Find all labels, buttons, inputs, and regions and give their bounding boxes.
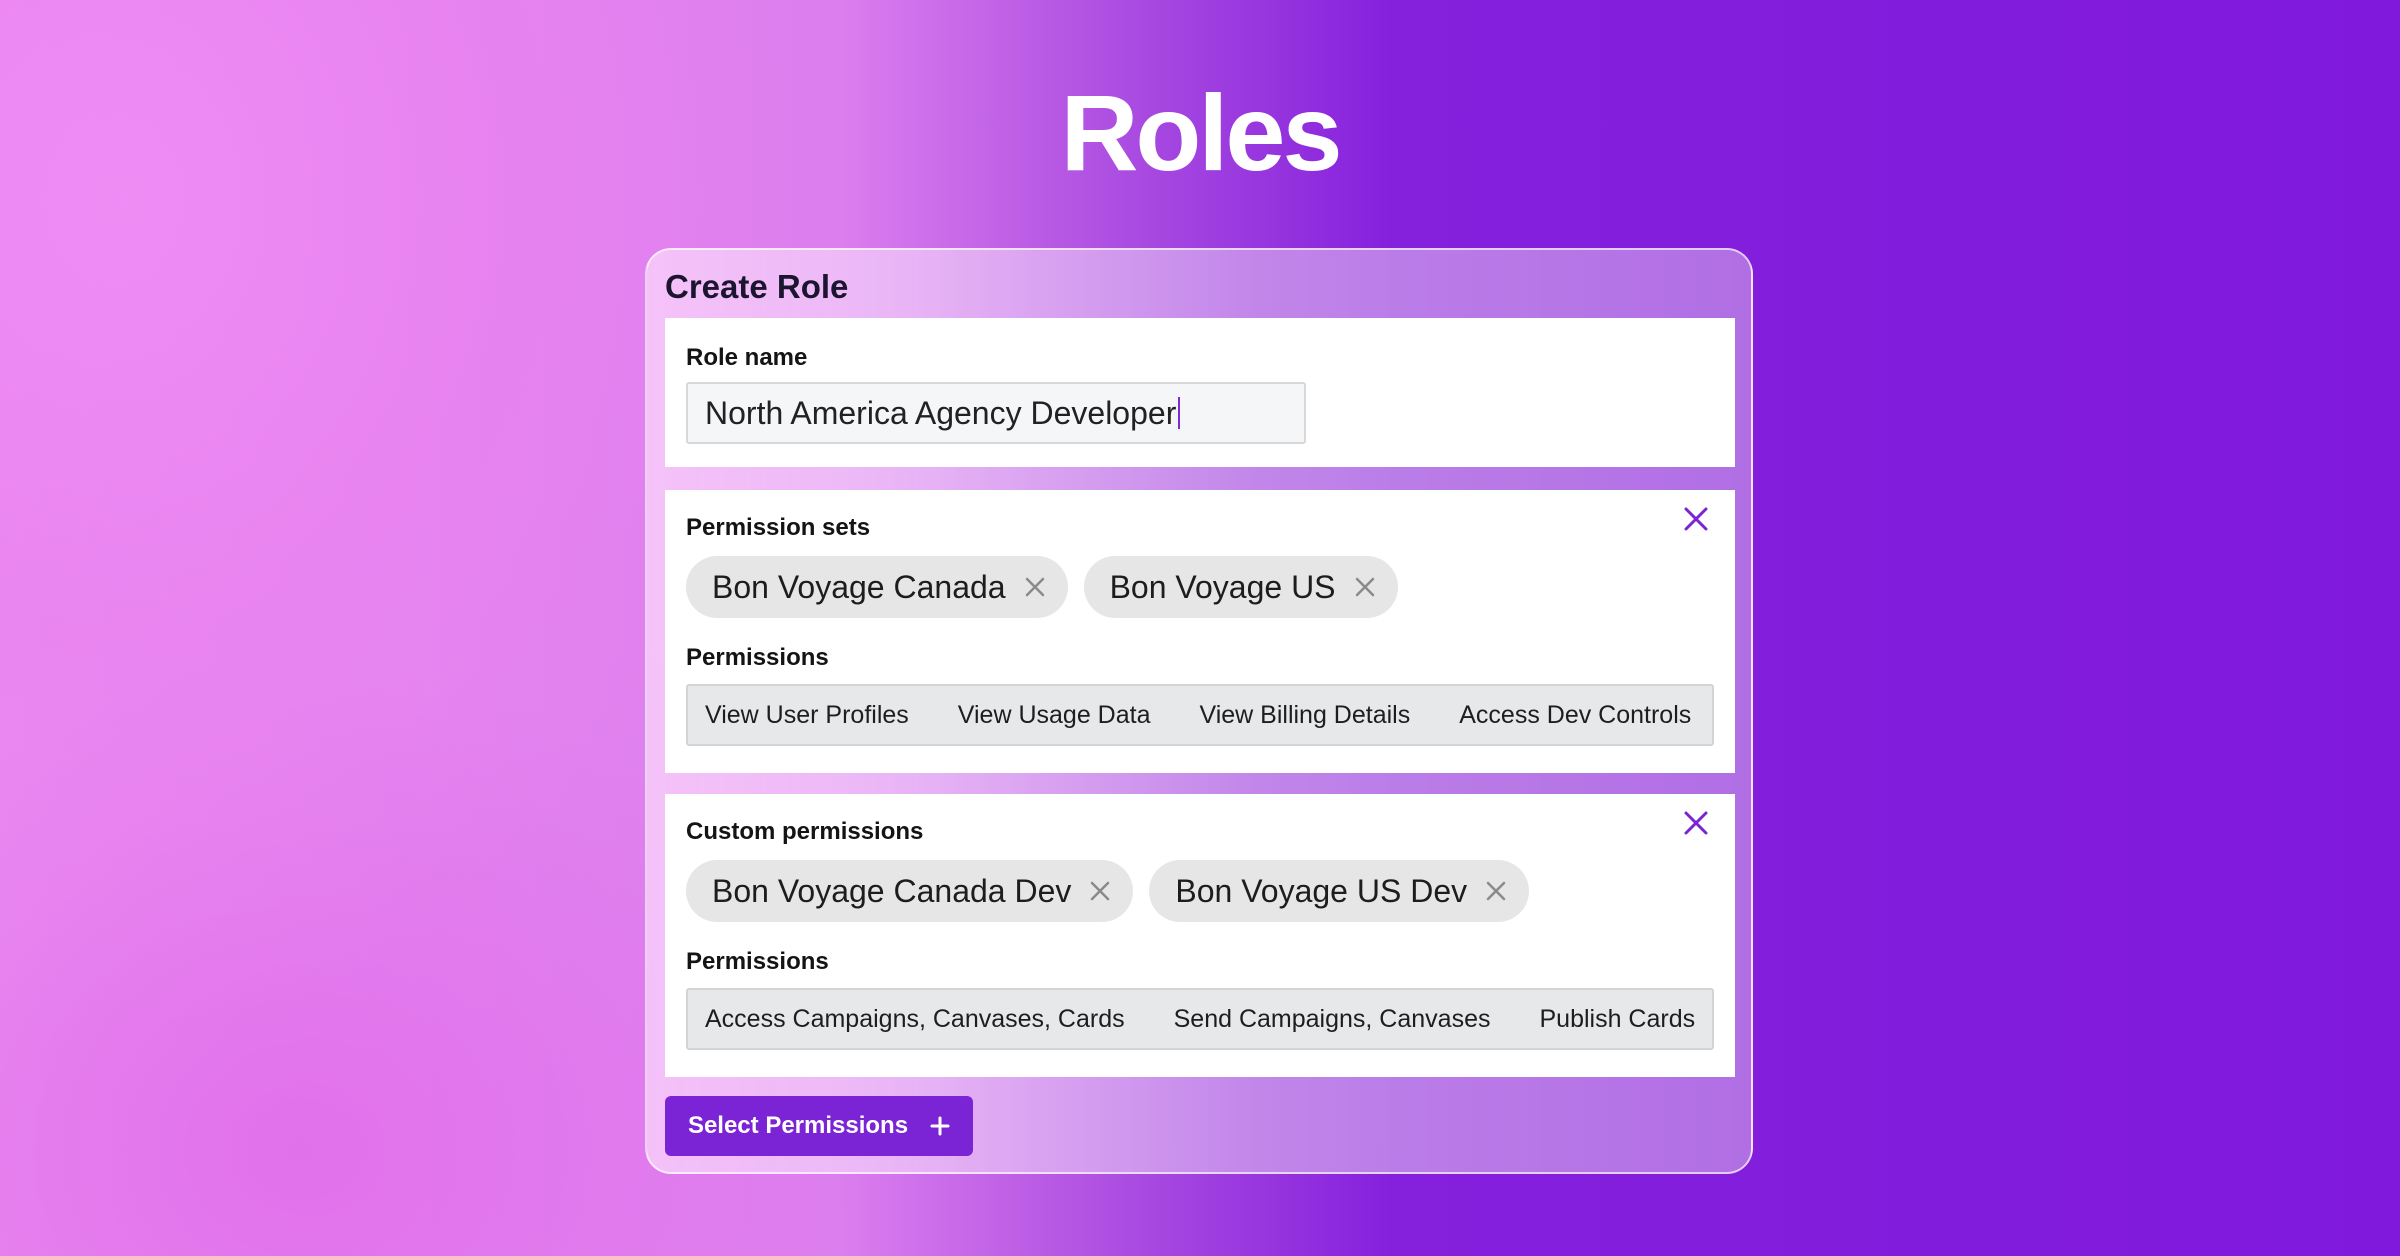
close-icon[interactable] xyxy=(1089,880,1111,902)
close-icon[interactable] xyxy=(1681,808,1711,838)
plus-icon xyxy=(930,1116,950,1136)
page-title: Roles xyxy=(1060,72,1342,193)
close-icon[interactable] xyxy=(1354,576,1376,598)
close-icon[interactable] xyxy=(1485,880,1507,902)
permissions-label: Permissions xyxy=(686,644,829,671)
permission-sets-label: Permission sets xyxy=(686,514,871,541)
permission-item: Publish Cards xyxy=(1539,1004,1696,1033)
permissions-list: View User Profiles View Usage Data View … xyxy=(686,684,1714,746)
custom-permissions-label: Custom permissions xyxy=(686,818,924,845)
select-permissions-label: Select Permissions xyxy=(687,1112,909,1139)
chip-label: Bon Voyage Canada xyxy=(712,568,1006,605)
select-permissions-button[interactable]: Select Permissions xyxy=(665,1096,973,1156)
chip-permission-set[interactable]: Bon Voyage US xyxy=(1083,556,1398,618)
close-icon[interactable] xyxy=(1024,576,1046,598)
permission-sets-panel: Permission sets Bon Voyage Canada Bon Vo… xyxy=(665,490,1735,773)
create-role-card: Create Role Role name North America Agen… xyxy=(645,248,1753,1174)
permission-item: View User Profiles xyxy=(705,700,909,729)
custom-permissions-panel: Custom permissions Bon Voyage Canada Dev… xyxy=(665,794,1735,1077)
role-name-input[interactable]: North America Agency Developer xyxy=(686,382,1306,444)
permission-item: Access Campaigns, Canvases, Cards xyxy=(705,1004,1125,1033)
permission-item: Access Dev Controls xyxy=(1459,700,1692,729)
chip-label: Bon Voyage Canada Dev xyxy=(712,872,1072,909)
chip-custom-permission[interactable]: Bon Voyage Canada Dev xyxy=(686,860,1134,922)
permission-item: View Usage Data xyxy=(957,700,1151,729)
role-name-panel: Role name North America Agency Developer xyxy=(665,318,1735,467)
card-title: Create Role xyxy=(665,268,849,305)
role-name-label: Role name xyxy=(686,344,808,371)
close-icon[interactable] xyxy=(1681,504,1711,534)
permission-sets-chips: Bon Voyage Canada Bon Voyage US xyxy=(686,556,1398,618)
permissions-label: Permissions xyxy=(686,948,829,975)
chip-label: Bon Voyage US xyxy=(1109,568,1336,605)
role-name-value: North America Agency Developer xyxy=(705,394,1177,431)
custom-permissions-chips: Bon Voyage Canada Dev Bon Voyage US Dev xyxy=(686,860,1530,922)
permissions-list: Access Campaigns, Canvases, Cards Send C… xyxy=(686,988,1714,1050)
text-caret xyxy=(1178,397,1181,429)
chip-custom-permission[interactable]: Bon Voyage US Dev xyxy=(1149,860,1530,922)
permission-item: View Billing Details xyxy=(1199,700,1411,729)
chip-permission-set[interactable]: Bon Voyage Canada xyxy=(686,556,1068,618)
chip-label: Bon Voyage US Dev xyxy=(1175,872,1468,909)
permission-item: Send Campaigns, Canvases xyxy=(1173,1004,1491,1033)
